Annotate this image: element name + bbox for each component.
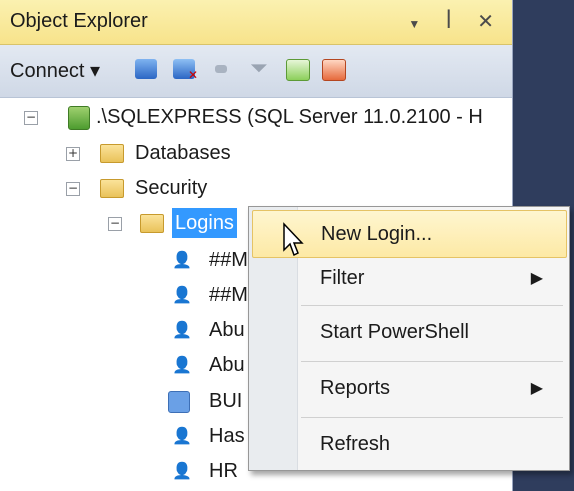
login-disabled-user-icon: 👤 — [172, 285, 192, 304]
user-icon: 👤 — [172, 320, 192, 339]
stop-icon[interactable] — [215, 65, 227, 73]
submenu-arrow-icon: ▶ — [530, 378, 543, 397]
pin-icon[interactable]: ꟾ — [446, 11, 462, 33]
server-icon — [68, 106, 90, 130]
menu-item-reports[interactable]: Reports ▶ — [252, 365, 565, 411]
login-label: Abu — [209, 354, 245, 376]
menu-separator — [301, 361, 563, 362]
databases-label: Databases — [135, 142, 231, 164]
filter-icon[interactable]: ⏷ — [250, 58, 272, 80]
login-label: Has — [209, 425, 245, 447]
activity-monitor-icon[interactable] — [322, 59, 346, 81]
logins-label: Logins — [172, 208, 237, 238]
user-icon: 👤 — [172, 426, 192, 445]
collapse-icon[interactable]: − — [108, 217, 122, 231]
collapse-icon[interactable]: − — [24, 111, 38, 125]
mouse-pointer-icon — [283, 222, 304, 257]
menu-item-filter[interactable]: Filter ▶ — [252, 255, 565, 301]
menu-separator — [301, 417, 563, 418]
object-explorer-window: Object Explorer ▼ ꟾ ✕ Connect ▾ ✕ ⏷ − .\… — [0, 0, 574, 491]
window-controls[interactable]: ▼ ꟾ ✕ — [408, 9, 504, 34]
collapse-icon[interactable]: − — [66, 182, 80, 196]
menu-item-label: Refresh — [320, 433, 391, 455]
folder-icon — [100, 179, 124, 198]
connect-object-explorer-icon[interactable] — [135, 59, 157, 79]
security-label: Security — [135, 177, 208, 199]
login-label: Abu — [209, 319, 245, 341]
server-label: .\SQLEXPRESS (SQL Server 11.0.2100 - H — [96, 106, 483, 128]
submenu-arrow-icon: ▶ — [530, 268, 543, 287]
menu-item-label: Start PowerShell — [320, 321, 469, 343]
login-label: ##M — [209, 249, 248, 271]
refresh-icon[interactable] — [286, 59, 310, 81]
user-icon: 👤 — [172, 355, 192, 374]
dropdown-icon[interactable]: ▼ — [408, 17, 430, 31]
folder-icon — [140, 214, 164, 233]
login-label: HR — [209, 460, 238, 482]
disconnect-icon[interactable]: ✕ — [173, 59, 198, 82]
menu-item-label: Filter — [320, 267, 365, 289]
menu-item-label: Reports — [320, 377, 391, 399]
login-disabled-user-icon: 👤 — [172, 250, 192, 269]
toolbar: Connect ▾ ✕ ⏷ — [0, 45, 512, 98]
title-bar: Object Explorer ▼ ꟾ ✕ — [0, 0, 512, 45]
close-icon[interactable]: ✕ — [477, 11, 504, 33]
menu-item-refresh[interactable]: Refresh — [252, 421, 565, 467]
folder-icon — [100, 144, 124, 163]
user-icon: 👤 — [172, 461, 192, 480]
window-title: Object Explorer — [10, 10, 148, 32]
login-label: BUI — [209, 390, 243, 412]
login-label: ##M — [209, 284, 248, 306]
menu-item-start-powershell[interactable]: Start PowerShell — [252, 309, 565, 355]
group-icon — [168, 391, 190, 413]
menu-item-label: New Login... — [321, 223, 433, 245]
expand-icon[interactable]: + — [66, 147, 80, 161]
connect-button[interactable]: Connect ▾ — [10, 58, 100, 83]
menu-separator — [301, 305, 563, 306]
